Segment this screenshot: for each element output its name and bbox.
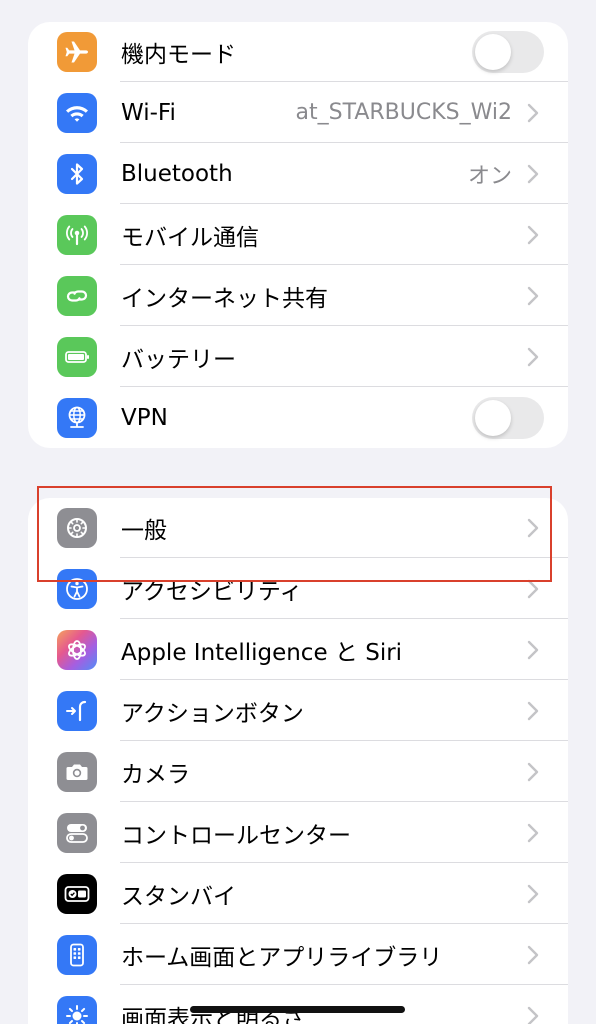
row-label: ホーム画面とアプリライブラリ [121,944,443,971]
row-value: at_STARBUCKS_Wi2 [295,100,512,125]
row-label: VPN [121,404,168,431]
settings-row[interactable]: バッテリー [28,326,568,387]
chevron-right-icon [527,762,539,781]
control-center-icon [57,812,97,853]
connectivity-group: 機内モード Wi-Fi at_STARBUCKS_Wi2 Bluetooth オンモバイ… [28,22,568,448]
camera-icon [57,751,97,792]
battery-icon [57,336,97,377]
settings-row[interactable]: アクションボタン [28,680,568,741]
row-label: バッテリー [121,346,236,373]
settings-row[interactable]: モバイル通信 [28,204,568,265]
settings-row[interactable]: Wi-Fi at_STARBUCKS_Wi2 [28,82,568,143]
chevron-right-icon [527,164,539,183]
row-label: コントロールセンター [121,822,351,849]
toggle-knob [475,34,511,70]
antenna-icon [57,214,97,255]
row-value: オン [467,163,512,189]
row-label: カメラ [121,761,190,788]
settings-row[interactable]: 機内モード [28,22,568,82]
row-label: Bluetooth [121,160,233,187]
chevron-right-icon [527,640,539,659]
settings-row[interactable]: Apple Intelligence と Siri [28,619,568,680]
row-label: 機内モード [121,42,236,68]
chevron-right-icon [527,701,539,720]
settings-screen: 機内モード Wi-Fi at_STARBUCKS_Wi2 Bluetooth オンモバイ… [0,0,596,1024]
chevron-right-icon [527,286,539,305]
settings-row[interactable]: インターネット共有 [28,265,568,326]
chevron-right-icon [527,884,539,903]
chevron-right-icon [527,1006,539,1024]
row-label: インターネット共有 [121,285,328,312]
settings-row[interactable]: VPN [28,387,568,448]
wifi-icon [57,92,97,133]
standby-icon [57,873,97,914]
toggle-switch[interactable] [472,31,544,73]
chevron-right-icon [527,823,539,842]
airplane-icon [57,32,97,72]
home-screen-icon [57,934,97,975]
toggle-switch[interactable] [472,396,544,439]
link-icon [57,275,97,316]
settings-row[interactable]: 画面表示と明るさ [28,985,568,1024]
settings-row[interactable]: コントロールセンター [28,802,568,863]
settings-row[interactable]: スタンバイ [28,863,568,924]
row-label: モバイル通信 [121,224,259,251]
chevron-right-icon [527,103,539,122]
chevron-right-icon [527,945,539,964]
highlight-box [37,486,552,582]
row-label: アクションボタン [121,700,304,727]
settings-row[interactable]: Bluetooth オン [28,143,568,204]
globe-network-icon [57,397,97,438]
bluetooth-icon [57,153,97,194]
chevron-right-icon [527,347,539,366]
chevron-right-icon [527,225,539,244]
home-indicator[interactable] [190,1006,405,1013]
row-label: Apple Intelligence と Siri [121,639,403,666]
settings-row[interactable]: カメラ [28,741,568,802]
row-label: Wi-Fi [121,99,176,126]
apple-intelligence-icon [57,629,97,670]
toggle-knob [475,399,511,436]
settings-row[interactable]: ホーム画面とアプリライブラリ [28,924,568,985]
row-label: スタンバイ [121,883,236,910]
action-button-icon [57,690,97,731]
brightness-icon [57,995,97,1024]
